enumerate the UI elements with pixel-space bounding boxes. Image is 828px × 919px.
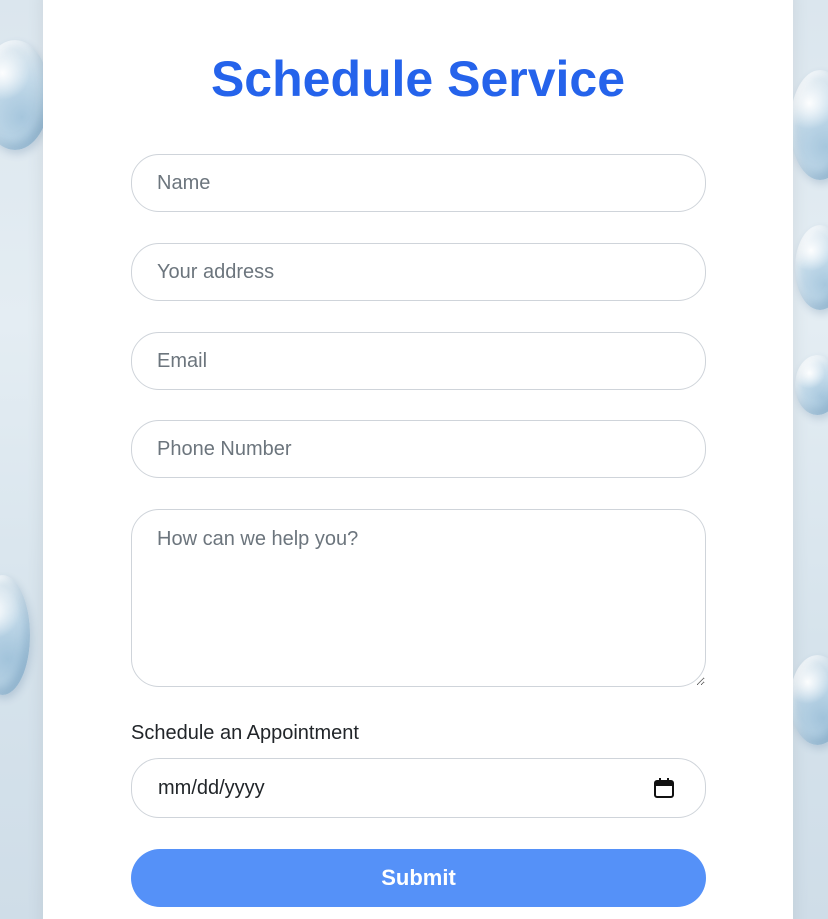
water-droplet-decoration [795,355,828,415]
phone-input[interactable] [131,420,706,478]
email-input[interactable] [131,332,706,390]
water-droplet-decoration [795,225,828,310]
page-title: Schedule Service [210,51,626,107]
water-droplet-decoration [790,655,828,745]
submit-button[interactable]: Submit [131,849,706,907]
appointment-date-input[interactable]: mm/dd/yyyy [131,758,706,818]
date-placeholder: mm/dd/yyyy [158,777,265,799]
water-droplet-decoration [0,575,30,695]
address-input[interactable] [131,243,706,301]
water-droplet-decoration [790,70,828,180]
message-textarea[interactable] [131,509,706,687]
name-input[interactable] [131,154,706,212]
calendar-icon[interactable] [653,777,675,799]
appointment-label: Schedule an Appointment [131,722,359,744]
